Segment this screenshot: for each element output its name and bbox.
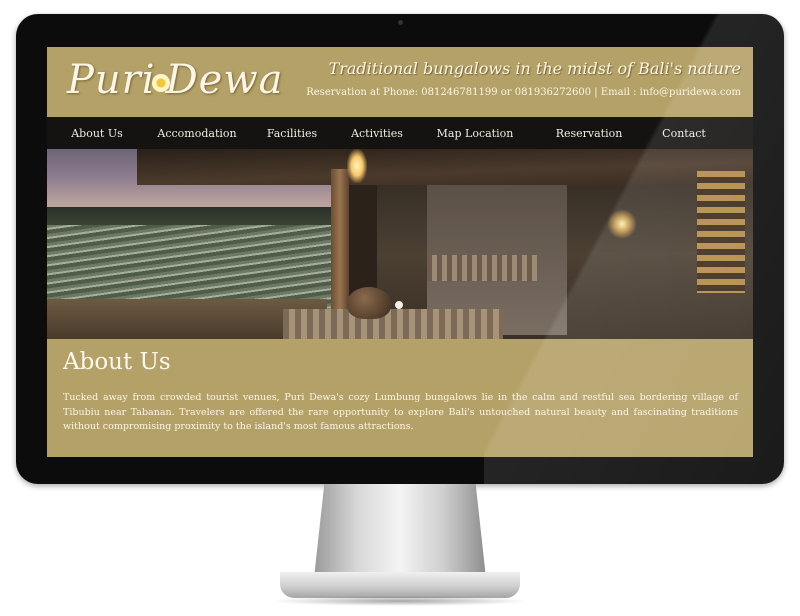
website-screen: Puri Dewa Traditional bungalows in the mi… bbox=[47, 47, 753, 457]
photo-treeline bbox=[47, 207, 347, 227]
contact-info: Reservation at Phone: 081246781199 or 08… bbox=[306, 87, 741, 98]
main-navigation: About Us Accomodation Facilities Activit… bbox=[47, 117, 753, 149]
banner-photo bbox=[47, 149, 753, 339]
slider-indicator-dot[interactable] bbox=[395, 301, 403, 309]
nav-about-us[interactable]: About Us bbox=[47, 127, 147, 140]
nav-reservation[interactable]: Reservation bbox=[533, 127, 645, 140]
webcam-dot bbox=[398, 20, 403, 25]
nav-contact[interactable]: Contact bbox=[645, 127, 723, 140]
site-tagline: Traditional bungalows in the midst of Ba… bbox=[328, 59, 741, 78]
site-logo[interactable]: Puri Dewa bbox=[67, 57, 283, 103]
site-header: Puri Dewa Traditional bungalows in the mi… bbox=[47, 47, 753, 117]
logo-text-part-2: Dewa bbox=[165, 57, 284, 103]
nav-activities[interactable]: Activities bbox=[337, 127, 417, 140]
about-paragraph: Tucked away from crowded tourist venues,… bbox=[63, 392, 738, 432]
photo-back-table bbox=[427, 255, 537, 281]
monitor-stand-base bbox=[280, 572, 520, 598]
about-heading: About Us bbox=[63, 349, 171, 375]
nav-facilities[interactable]: Facilities bbox=[247, 127, 337, 140]
photo-front-table bbox=[283, 309, 503, 339]
photo-thatched-roof bbox=[137, 149, 753, 185]
nav-map-location[interactable]: Map Location bbox=[417, 127, 533, 140]
nav-accomodation[interactable]: Accomodation bbox=[147, 127, 247, 140]
stand-shadow bbox=[270, 596, 530, 606]
photo-clay-pot bbox=[347, 287, 391, 319]
photo-wall-light bbox=[607, 209, 637, 239]
photo-lantern bbox=[697, 171, 745, 293]
photo-hanging-lamp bbox=[347, 149, 367, 183]
monitor-frame: Puri Dewa Traditional bungalows in the mi… bbox=[16, 14, 784, 484]
about-section: About Us Tucked away from crowded touris… bbox=[47, 339, 753, 457]
logo-text-part-1: Puri bbox=[67, 57, 156, 103]
monitor-stand-neck bbox=[314, 484, 486, 578]
